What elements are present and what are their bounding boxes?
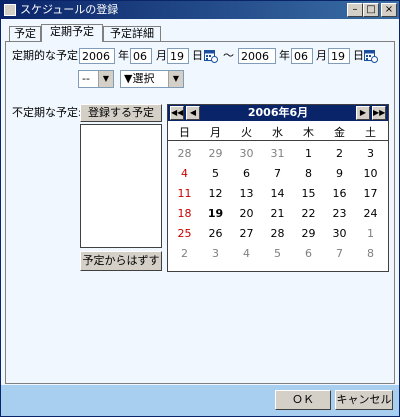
ok-button[interactable]: ＯＫ	[275, 390, 331, 410]
weekday-header: 日月火水木金土	[168, 125, 388, 141]
start-month-input[interactable]	[130, 48, 152, 64]
start-year-unit: 年	[118, 49, 129, 62]
calendar-month-label: 2006年6月	[247, 106, 309, 119]
calendar-day[interactable]: 6	[293, 246, 324, 262]
calendar-day[interactable]: 6	[231, 166, 262, 182]
calendar-day[interactable]: 7	[324, 246, 355, 262]
weekday-label: 金	[334, 126, 345, 139]
calendar-day[interactable]: 30	[324, 226, 355, 242]
calendar-day[interactable]: 8	[293, 166, 324, 182]
end-month-input[interactable]	[291, 48, 313, 64]
periodic-label: 定期的な予定:	[12, 49, 82, 62]
calendar-day[interactable]: 1	[293, 146, 324, 162]
calendar-day[interactable]: 18	[169, 206, 200, 222]
calendar-day[interactable]: 1	[355, 226, 386, 242]
end-year-input[interactable]	[238, 48, 276, 64]
register-schedule-button[interactable]: 登録する予定	[80, 104, 162, 122]
calendar-day[interactable]: 31	[262, 146, 293, 162]
registered-schedule-list[interactable]	[80, 124, 162, 248]
calendar-day[interactable]: 5	[200, 166, 231, 182]
irregular-label: 不定期な予定:	[12, 106, 82, 119]
calendar-day[interactable]: 20	[231, 206, 262, 222]
tab-detail[interactable]: 予定詳細	[103, 26, 161, 41]
maximize-icon[interactable]: □	[363, 3, 379, 17]
calendar-day[interactable]: 2	[324, 146, 355, 162]
chevron-down-icon: ▼	[168, 71, 183, 87]
next-year-icon[interactable]: ▶▶	[372, 106, 386, 120]
close-icon[interactable]: ×	[381, 3, 397, 17]
calendar-day[interactable]: 15	[293, 186, 324, 202]
app-icon	[4, 4, 16, 16]
calendar-day[interactable]: 8	[355, 246, 386, 262]
type-select-value: ▼選択	[124, 72, 155, 85]
start-month-unit: 月	[156, 49, 167, 62]
title-bar[interactable]: スケジュールの登録 – □ ×	[1, 1, 399, 19]
calendar-day[interactable]: 23	[324, 206, 355, 222]
calendar-day[interactable]: 24	[355, 206, 386, 222]
start-year-input[interactable]	[79, 48, 115, 64]
weekday-label: 火	[241, 126, 252, 139]
calendar-day[interactable]: 30	[231, 146, 262, 162]
calendar-day[interactable]: 10	[355, 166, 386, 182]
calendar-day[interactable]: 13	[231, 186, 262, 202]
weekday-label: 水	[272, 126, 283, 139]
end-year-unit: 年	[279, 49, 290, 62]
calendar-day[interactable]: 27	[231, 226, 262, 242]
remove-schedule-button[interactable]: 予定からはずす	[80, 251, 162, 271]
calendar-day[interactable]: 4	[169, 166, 200, 182]
next-month-icon[interactable]: ▶	[356, 106, 370, 120]
calendar-day[interactable]: 7	[262, 166, 293, 182]
chevron-down-icon: ▼	[98, 71, 113, 87]
calendar-day[interactable]: 25	[169, 226, 200, 242]
window-title: スケジュールの登録	[20, 3, 119, 16]
type-select[interactable]: ▼選択 ▼	[120, 70, 184, 88]
calendar: 2006年6月 ◀◀ ◀ ▶ ▶▶ 日月火水木金土 28 29 30 31 1 2 3 4 5 6…	[167, 104, 389, 272]
calendar-day[interactable]: 3	[355, 146, 386, 162]
weekday-label: 日	[179, 126, 190, 139]
calendar-day[interactable]: 19	[200, 206, 231, 222]
end-day-unit: 日	[353, 49, 364, 62]
prev-month-icon[interactable]: ◀	[186, 106, 200, 120]
weekday-label: 土	[365, 126, 376, 139]
calendar-day[interactable]: 11	[169, 186, 200, 202]
start-day-input[interactable]	[167, 48, 189, 64]
cancel-button[interactable]: キャンセル	[335, 390, 393, 410]
calendar-day[interactable]: 22	[293, 206, 324, 222]
calendar-day[interactable]: 9	[324, 166, 355, 182]
tab-schedule[interactable]: 予定	[9, 26, 41, 41]
calendar-day[interactable]: 26	[200, 226, 231, 242]
dialog-footer: ＯＫ キャンセル	[1, 385, 399, 416]
calendar-day[interactable]: 12	[200, 186, 231, 202]
calendar-day[interactable]: 21	[262, 206, 293, 222]
calendar-day[interactable]: 17	[355, 186, 386, 202]
calendar-header: 2006年6月 ◀◀ ◀ ▶ ▶▶	[168, 105, 388, 121]
calendar-day[interactable]: 5	[262, 246, 293, 262]
schedule-register-window: スケジュールの登録 – □ × 予定 定期予定 予定詳細 定期的な予定: 年 月…	[0, 0, 400, 417]
end-month-unit: 月	[316, 49, 327, 62]
calendar-day[interactable]: 14	[262, 186, 293, 202]
calendar-day[interactable]: 2	[169, 246, 200, 262]
calendar-day[interactable]: 29	[200, 146, 231, 162]
end-day-input[interactable]	[328, 48, 350, 64]
interval-select-value: --	[82, 72, 90, 85]
end-calendar-icon[interactable]	[364, 49, 378, 63]
prev-year-icon[interactable]: ◀◀	[170, 106, 184, 120]
calendar-day[interactable]: 28	[169, 146, 200, 162]
minimize-icon[interactable]: –	[347, 3, 363, 17]
tab-periodic[interactable]: 定期予定	[41, 24, 103, 42]
calendar-day[interactable]: 16	[324, 186, 355, 202]
calendar-day[interactable]: 4	[231, 246, 262, 262]
calendar-day[interactable]: 28	[262, 226, 293, 242]
calendar-day[interactable]: 3	[200, 246, 231, 262]
start-calendar-icon[interactable]	[204, 49, 218, 63]
weekday-label: 木	[303, 126, 314, 139]
interval-select[interactable]: -- ▼	[78, 70, 114, 88]
weekday-label: 月	[210, 126, 221, 139]
range-separator: ～	[223, 49, 234, 62]
start-day-unit: 日	[192, 49, 203, 62]
calendar-day[interactable]: 29	[293, 226, 324, 242]
